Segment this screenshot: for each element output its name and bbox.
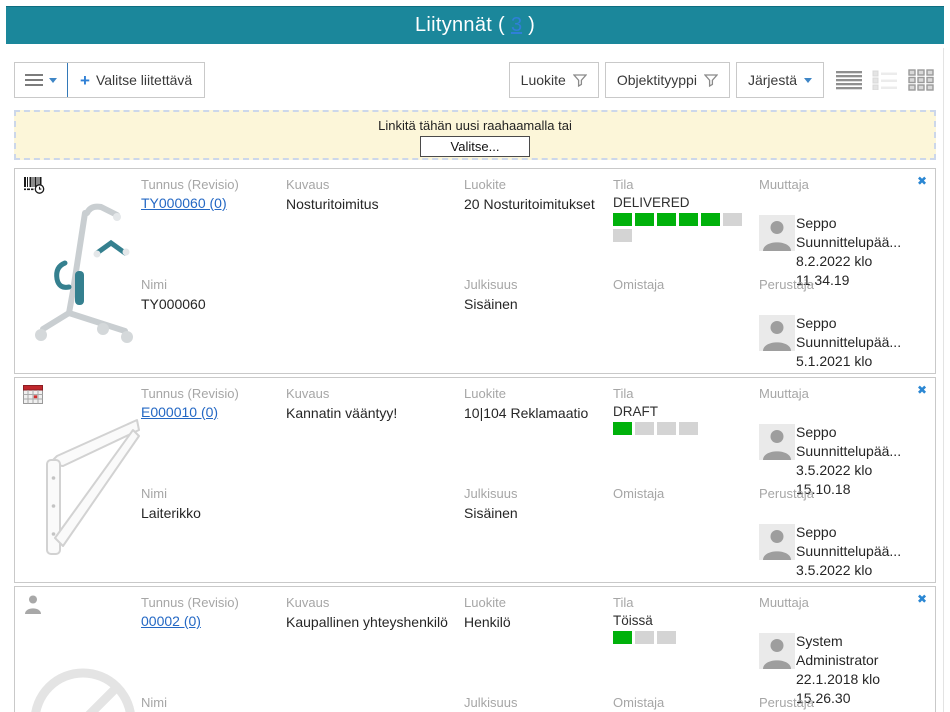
field-label-kuvaus: Kuvaus — [286, 386, 458, 401]
remove-link-button[interactable]: ✖ — [917, 384, 927, 396]
dropzone-text: Linkitä tähän uusi raahaamalla tai — [16, 118, 934, 133]
field-value-nimi: Laiterikko — [141, 504, 279, 523]
grid-view-icon[interactable] — [906, 67, 936, 93]
field-label-luokite: Luokite — [464, 595, 608, 610]
panel-header: Liitynnät ( 3 ) — [6, 6, 944, 44]
item-id-link[interactable]: E000010 (0) — [141, 404, 218, 420]
field-value-nimi: TY000060 — [141, 295, 279, 314]
field-label-nimi: Nimi — [141, 695, 279, 710]
creator-info: Seppo Suunnittelupää... 5.1.2021 klo 11.… — [759, 295, 923, 374]
plus-icon: + — [80, 72, 90, 89]
field-label-perustaja: Perustaja — [759, 486, 923, 501]
field-value-luokite: Henkilö — [464, 613, 608, 632]
add-link-button[interactable]: + Valitse liitettävä — [68, 63, 204, 97]
view-mode-switcher — [834, 67, 936, 93]
page-title: Liitynnät ( — [415, 14, 505, 37]
avatar — [759, 315, 795, 351]
field-value-julkisuus: Sisäinen — [464, 295, 608, 314]
item-thumbnail — [25, 400, 141, 583]
status-progress-blocks — [613, 422, 747, 435]
filter-objektityyppi-button[interactable]: Objektityyppi — [605, 62, 730, 98]
toolbar-left-group: + Valitse liitettävä — [14, 62, 205, 98]
sort-button[interactable]: Järjestä — [736, 62, 824, 98]
funnel-icon — [704, 73, 718, 87]
drag-drop-zone[interactable]: Linkitä tähän uusi raahaamalla tai Valit… — [14, 110, 936, 160]
creator-info: Seppo Suunnittelupää... 3.5.2022 klo 15.… — [759, 504, 923, 583]
remove-link-button[interactable]: ✖ — [917, 175, 927, 187]
field-label-tunnus: Tunnus (Revisio) — [141, 177, 279, 192]
field-label-julkisuus: Julkisuus — [464, 486, 608, 501]
hamburger-icon — [25, 71, 43, 89]
page-title-suffix: ) — [528, 14, 535, 37]
filter-objektityyppi-label: Objektityyppi — [617, 72, 697, 88]
scroll-edge-divider — [943, 48, 944, 712]
field-label-tunnus: Tunnus (Revisio) — [141, 595, 279, 610]
thumbnail-zone — [15, 169, 141, 373]
toolbar: + Valitse liitettävä Luokite Objektityyp… — [14, 62, 936, 98]
item-thumbnail — [25, 609, 141, 712]
avatar — [759, 424, 795, 460]
filter-luokite-label: Luokite — [521, 72, 566, 88]
field-label-luokite: Luokite — [464, 177, 608, 192]
link-card: Tunnus (Revisio) 00002 (0) Kuvaus Kaupal… — [14, 586, 936, 712]
field-label-muuttaja: Muuttaja — [759, 595, 923, 610]
field-label-tila: Tila — [613, 386, 755, 401]
field-label-omistaja: Omistaja — [613, 277, 755, 292]
avatar — [759, 633, 795, 669]
field-label-muuttaja: Muuttaja — [759, 177, 923, 192]
field-value-kuvaus: Kannatin vääntyy! — [286, 404, 458, 423]
avatar — [759, 524, 795, 560]
item-id-link[interactable]: 00002 (0) — [141, 613, 201, 629]
field-value-luokite: 10|104 Reklamaatio — [464, 404, 608, 423]
item-thumbnail — [25, 191, 141, 374]
field-label-nimi: Nimi — [141, 486, 279, 501]
list-view-icon[interactable] — [834, 68, 864, 92]
field-label-julkisuus: Julkisuus — [464, 695, 608, 710]
field-label-kuvaus: Kuvaus — [286, 177, 458, 192]
detail-list-view-icon[interactable] — [870, 68, 900, 92]
thumbnail-zone — [15, 587, 141, 712]
field-label-tila: Tila — [613, 595, 755, 610]
choose-file-button[interactable]: Valitse... — [420, 136, 531, 157]
field-value-kuvaus: Nosturitoimitus — [286, 195, 458, 214]
field-label-omistaja: Omistaja — [613, 486, 755, 501]
link-card: Tunnus (Revisio) TY000060 (0) Kuvaus Nos… — [14, 168, 936, 374]
status-label: Töissä — [613, 613, 755, 628]
field-label-perustaja: Perustaja — [759, 695, 923, 710]
status-label: DRAFT — [613, 404, 755, 419]
liitynnat-panel: Liitynnät ( 3 ) + Valitse liitettävä Luo… — [0, 0, 950, 712]
field-value-julkisuus: Sisäinen — [464, 504, 608, 523]
field-value-luokite: 20 Nosturitoimitukset — [464, 195, 608, 214]
field-label-luokite: Luokite — [464, 386, 608, 401]
field-value-kuvaus: Kaupallinen yhteyshenkilö — [286, 613, 458, 632]
link-card: Tunnus (Revisio) E000010 (0) Kuvaus Kann… — [14, 377, 936, 583]
field-label-tila: Tila — [613, 177, 755, 192]
add-link-label: Valitse liitettävä — [96, 72, 192, 88]
status-label: DELIVERED — [613, 195, 755, 210]
status-progress-blocks — [613, 631, 747, 644]
thumbnail-zone — [15, 378, 141, 582]
avatar — [759, 215, 795, 251]
field-label-muuttaja: Muuttaja — [759, 386, 923, 401]
field-label-perustaja: Perustaja — [759, 277, 923, 292]
item-id-link[interactable]: TY000060 (0) — [141, 195, 227, 211]
chevron-down-icon — [804, 78, 812, 83]
modifier-info: System Administrator 22.1.2018 klo 15.26… — [759, 613, 923, 708]
modifier-info: Seppo Suunnittelupää... 8.2.2022 klo 11.… — [759, 195, 923, 290]
filter-luokite-button[interactable]: Luokite — [509, 62, 599, 98]
modifier-info: Seppo Suunnittelupää... 3.5.2022 klo 15.… — [759, 404, 923, 499]
field-label-kuvaus: Kuvaus — [286, 595, 458, 610]
sort-label: Järjestä — [748, 72, 797, 88]
linked-items-list: Tunnus (Revisio) TY000060 (0) Kuvaus Nos… — [14, 168, 936, 712]
link-count-link[interactable]: 3 — [511, 14, 522, 37]
chevron-down-icon — [49, 78, 57, 83]
field-label-julkisuus: Julkisuus — [464, 277, 608, 292]
field-label-tunnus: Tunnus (Revisio) — [141, 386, 279, 401]
remove-link-button[interactable]: ✖ — [917, 593, 927, 605]
field-label-nimi: Nimi — [141, 277, 279, 292]
menu-dropdown-button[interactable] — [15, 63, 67, 97]
status-progress-blocks — [613, 213, 747, 242]
field-label-omistaja: Omistaja — [613, 695, 755, 710]
funnel-icon — [573, 73, 587, 87]
